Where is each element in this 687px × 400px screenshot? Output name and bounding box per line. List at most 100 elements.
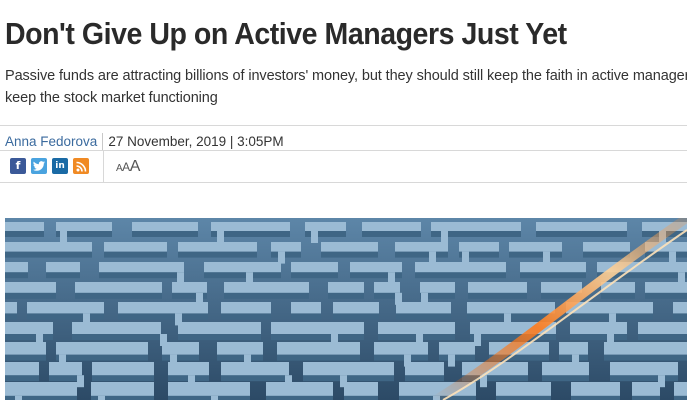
maze-wall-side — [221, 312, 271, 320]
linkedin-icon[interactable]: in — [52, 158, 68, 174]
maze-wall — [92, 362, 154, 376]
maze-wall-side — [224, 291, 309, 299]
maze-wall — [204, 262, 281, 273]
maze-wall — [321, 242, 378, 252]
article-headline: Don't Give Up on Active Managers Just Ye… — [5, 16, 567, 51]
twitter-bird-glyph — [33, 161, 45, 171]
maze-wall — [669, 251, 676, 264]
maze-wall — [396, 302, 451, 314]
rss-glyph — [75, 161, 86, 172]
maze-wall — [604, 342, 687, 355]
maze-wall — [311, 231, 318, 243]
maze-wall — [221, 302, 271, 314]
maze-wall-side — [520, 271, 586, 279]
maze-wall-side — [439, 353, 475, 361]
maze-wall — [5, 322, 53, 334]
maze-wall-side — [570, 333, 627, 340]
maze-wall — [333, 302, 379, 314]
maze-wall — [374, 342, 428, 355]
maze-wall-side — [509, 250, 562, 258]
text-size-large[interactable]: A — [130, 158, 141, 176]
maze-wall-side — [99, 271, 184, 279]
maze-wall-side — [92, 374, 154, 382]
maze-wall — [543, 251, 550, 264]
maze-wall — [291, 302, 321, 314]
maze-wall-side — [536, 230, 627, 237]
maze-wall-side — [271, 333, 364, 340]
maze-wall — [77, 375, 84, 388]
article-standfirst: Passive funds are attracting billions of… — [5, 68, 687, 106]
maze-wall — [172, 282, 207, 293]
maze-wall — [271, 242, 301, 252]
maze-wall-side — [5, 353, 46, 361]
twitter-icon[interactable] — [31, 158, 47, 174]
maze-wall — [542, 362, 589, 376]
toolbar-separator — [103, 151, 104, 182]
maze-wall — [217, 231, 224, 243]
maze-wall — [211, 395, 218, 400]
maze-wall — [266, 382, 333, 396]
maze-wall-side — [5, 250, 92, 258]
maze-wall — [49, 362, 82, 376]
maze-wall — [75, 282, 162, 293]
maze-wall — [168, 382, 250, 396]
maze-wall-side — [277, 353, 360, 361]
maze-wall — [5, 262, 28, 273]
maze-wall-side — [56, 353, 148, 361]
maze-wall — [405, 362, 444, 376]
maze-wall — [610, 362, 678, 376]
maze-wall-side — [638, 333, 687, 340]
maze-wall — [211, 222, 290, 231]
maze-wall — [132, 222, 198, 231]
maze-wall-side — [468, 291, 527, 299]
maze-wall — [362, 222, 421, 231]
facebook-icon[interactable]: f — [10, 158, 26, 174]
maze-wall-side — [645, 291, 687, 299]
maze-wall — [459, 242, 499, 252]
maze-wall — [415, 262, 506, 273]
maze-wall — [541, 282, 582, 293]
maze-wall-side — [415, 271, 506, 279]
maze-wall — [328, 282, 364, 293]
maze-wall-side — [27, 312, 104, 320]
maze-wall — [305, 222, 346, 231]
publish-date: 27 November, 2019 | 3:05PM — [108, 134, 284, 149]
maze-wall — [91, 382, 154, 396]
maze-wall — [221, 362, 289, 376]
text-size-control[interactable]: A A A — [116, 158, 140, 176]
maze-wall-side — [5, 374, 39, 382]
maze-wall — [5, 382, 77, 396]
maze-wall-side — [291, 271, 338, 279]
maze-wall-side — [178, 333, 261, 340]
maze-wall — [5, 362, 39, 376]
rss-icon[interactable] — [73, 158, 89, 174]
maze-wall — [178, 242, 257, 252]
maze-wall-side — [604, 353, 687, 361]
maze-wall-side — [162, 353, 199, 361]
maze-wall — [559, 342, 588, 355]
maze-wall — [467, 302, 555, 314]
maze-wall — [60, 231, 67, 243]
divider — [0, 125, 687, 126]
maze-wall-side — [583, 250, 630, 258]
byline-separator — [102, 133, 104, 151]
maze-wall-side — [610, 374, 678, 382]
maze-wall — [291, 262, 338, 273]
maze-wall-side — [221, 374, 289, 382]
text-size-medium[interactable]: A — [122, 160, 130, 174]
maze-wall — [439, 342, 475, 355]
maze-wall — [638, 322, 687, 334]
maze-wall — [474, 334, 481, 346]
maze-wall — [303, 362, 394, 376]
maze-wall — [441, 231, 448, 243]
maze-wall-side — [601, 291, 635, 299]
maze-wall-side — [303, 374, 394, 382]
maze-wall — [162, 342, 199, 355]
maze-wall — [468, 282, 527, 293]
maze-wall-side — [542, 374, 589, 382]
maze-wall — [520, 262, 586, 273]
maze-wall-side — [321, 250, 378, 258]
maze-wall — [496, 382, 551, 396]
maze-wall-side — [5, 312, 17, 320]
author-link[interactable]: Anna Fedorova — [5, 133, 97, 151]
